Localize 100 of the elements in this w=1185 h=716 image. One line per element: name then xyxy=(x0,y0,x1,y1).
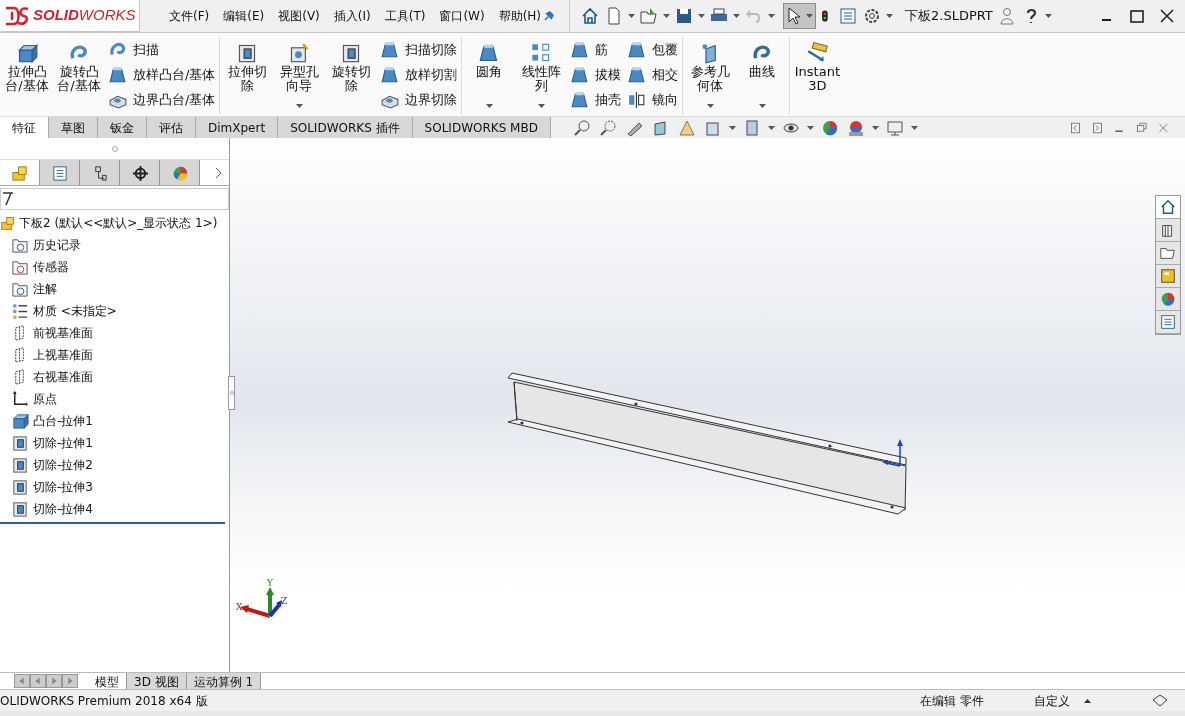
ribbon-button[interactable]: 边界切除 xyxy=(380,88,458,112)
ribbon-button[interactable]: Instant3D xyxy=(794,36,841,114)
panel-tab[interactable] xyxy=(80,160,120,185)
chevron-right-icon[interactable] xyxy=(215,166,223,179)
tree-item[interactable]: 右视基准面 xyxy=(0,366,229,388)
menu-item[interactable]: 工具(T) xyxy=(384,7,426,25)
filter-field[interactable] xyxy=(0,188,229,210)
hole-icon xyxy=(288,42,311,64)
ribbon-button[interactable]: 抽壳 xyxy=(570,88,622,112)
dropdown-caret-icon[interactable] xyxy=(767,125,775,130)
tree-item[interactable]: 原点 xyxy=(0,388,229,410)
ribbon-button[interactable]: 相交 xyxy=(627,63,679,87)
filter-icon xyxy=(3,192,13,206)
command-tab[interactable]: SOLIDWORKS 插件 xyxy=(278,117,413,138)
dropdown-caret-icon[interactable] xyxy=(886,14,894,18)
menu-item[interactable]: 文件(F) xyxy=(169,7,210,25)
ribbon-button[interactable]: 线性阵列 xyxy=(518,36,565,114)
axis-triad[interactable]: X Y Z xyxy=(236,578,288,618)
dropdown-caret-icon[interactable] xyxy=(663,14,671,18)
tree-item[interactable]: 下板2 (默认<<默认>_显示状态 1>) xyxy=(0,212,229,234)
ribbon-button[interactable]: 旋转切除 xyxy=(328,36,375,114)
menu-item[interactable]: 编辑(E) xyxy=(223,7,265,25)
pointer-icon xyxy=(786,6,803,26)
dropdown-caret-icon[interactable] xyxy=(758,104,766,108)
dropdown-caret-icon[interactable] xyxy=(485,104,493,108)
tree-item[interactable]: 材质 <未指定> xyxy=(0,300,229,322)
tree-item[interactable]: 切除-拉伸4 xyxy=(0,498,229,520)
dropdown-caret-icon[interactable] xyxy=(706,104,714,108)
tree-item[interactable]: 切除-拉伸2 xyxy=(0,454,229,476)
tree-item[interactable]: 凸台-拉伸1 xyxy=(0,410,229,432)
ribbon-button[interactable]: 参考几何体 xyxy=(687,36,734,114)
list-icon xyxy=(11,302,29,320)
menu-item[interactable]: 插入(I) xyxy=(333,7,371,25)
ribbon-button[interactable]: 放样切割 xyxy=(380,63,458,87)
tree-item[interactable]: 前视基准面 xyxy=(0,322,229,344)
tree-item[interactable]: 切除-拉伸1 xyxy=(0,432,229,454)
ribbon-button[interactable]: 扫描 xyxy=(108,38,216,62)
zoom-to-fit-icon[interactable] xyxy=(572,117,593,138)
tapered-solid-icon xyxy=(108,65,128,85)
dropdown-caret-icon[interactable] xyxy=(871,125,879,130)
ribbon-button[interactable]: 曲线 xyxy=(739,36,786,114)
ribbon-button[interactable]: 筋 xyxy=(570,38,622,62)
units-button[interactable]: 自定义 xyxy=(1034,691,1070,710)
dropdown-caret-icon[interactable] xyxy=(295,104,303,108)
cut-block-icon xyxy=(11,434,29,452)
model-tab[interactable]: 运动算例 1 xyxy=(186,673,262,689)
tree-item[interactable]: 注解 xyxy=(0,278,229,300)
select-button[interactable] xyxy=(783,3,817,29)
tree-item[interactable]: 历史记录 xyxy=(0,234,229,256)
zoom-area-icon[interactable] xyxy=(598,117,619,138)
folder-clock-icon xyxy=(11,236,29,254)
menu-item[interactable]: 窗口(W) xyxy=(439,7,485,25)
logo-icon xyxy=(4,5,30,26)
beam-model-drawing[interactable] xyxy=(507,372,907,515)
tree-item[interactable]: 上视基准面 xyxy=(0,344,229,366)
grip-icon[interactable] xyxy=(111,145,118,152)
ribbon-button[interactable]: 放样凸台/基体 xyxy=(108,63,216,87)
ribbon-button[interactable]: 拔模 xyxy=(570,63,622,87)
command-tab[interactable]: 草图 xyxy=(49,117,98,138)
ribbon-button[interactable]: 拉伸凸台/基体 xyxy=(4,36,50,114)
command-tab[interactable]: 评估 xyxy=(147,117,196,138)
ribbon-button[interactable]: 镜向 xyxy=(627,88,679,112)
dropdown-caret-icon[interactable] xyxy=(537,104,545,108)
ribbon-button[interactable]: 异型孔向导 xyxy=(276,36,323,114)
open-folder-icon[interactable] xyxy=(639,6,660,26)
menu-item[interactable]: 帮助(H) xyxy=(498,7,542,25)
graphics-area[interactable]: X Y Z xyxy=(230,138,1185,672)
ribbon-button[interactable]: 圆角 xyxy=(466,36,513,114)
dropdown-caret-icon[interactable] xyxy=(733,14,741,18)
panel-tab[interactable] xyxy=(120,160,160,185)
tree-item[interactable]: 切除-拉伸3 xyxy=(0,476,229,498)
logo: SOLIDWORKS xyxy=(0,0,140,32)
dropdown-caret-icon[interactable] xyxy=(628,14,636,18)
caret-up-icon[interactable] xyxy=(1084,698,1091,703)
cut-block-icon xyxy=(11,478,29,496)
dropdown-caret-icon[interactable] xyxy=(806,125,814,130)
home-icon[interactable] xyxy=(1156,196,1180,219)
dropdown-caret-icon[interactable] xyxy=(698,14,706,18)
command-tab[interactable]: 特征 xyxy=(0,117,49,138)
tag-icon[interactable] xyxy=(1151,692,1169,709)
block-icon xyxy=(16,42,38,64)
command-tab[interactable]: 钣金 xyxy=(98,117,147,138)
ribbon-button[interactable]: 拉伸切除 xyxy=(224,36,271,114)
dropdown-caret-icon[interactable] xyxy=(728,125,736,130)
ribbon-button[interactable]: 扫描切除 xyxy=(380,38,458,62)
dropdown-caret-icon[interactable] xyxy=(1044,14,1052,18)
cut-block-icon xyxy=(11,456,29,474)
folder-icon xyxy=(11,280,29,298)
command-tab[interactable]: SOLIDWORKS MBD xyxy=(412,117,551,138)
model-tab[interactable]: 3D 视图 xyxy=(127,673,187,689)
tree-item[interactable]: 传感器 xyxy=(0,256,229,278)
origin-axes-icon xyxy=(882,439,903,467)
ribbon-button[interactable]: 旋转凸台/基体 xyxy=(56,36,102,114)
dropdown-caret-icon[interactable] xyxy=(806,14,814,18)
dropdown-caret-icon[interactable] xyxy=(768,14,776,18)
dropdown-caret-icon[interactable] xyxy=(910,125,918,130)
command-tab[interactable]: DimXpert xyxy=(196,117,279,138)
menu-item[interactable]: 视图(V) xyxy=(278,7,320,25)
ribbon-button[interactable]: 包覆 xyxy=(627,38,679,62)
ribbon-button[interactable]: 边界凸台/基体 xyxy=(108,88,216,112)
